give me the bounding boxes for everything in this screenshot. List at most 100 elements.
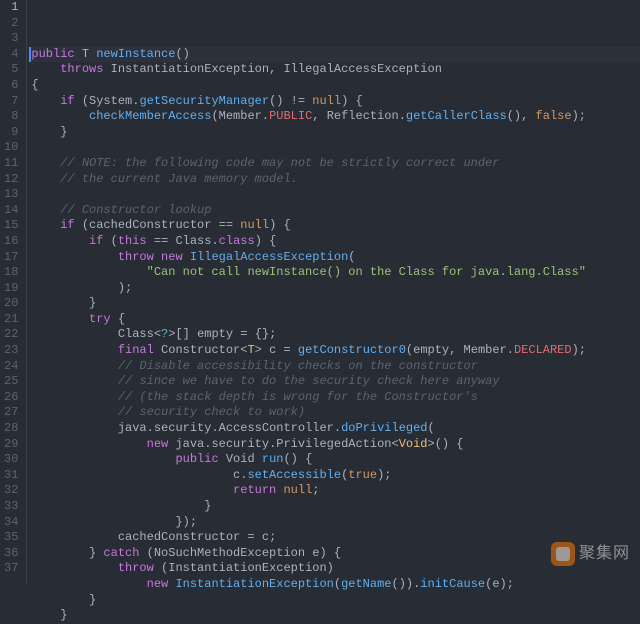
code-token: } — [89, 546, 103, 560]
code-line[interactable]: if (this == Class.class) { — [31, 234, 640, 250]
code-token: throws — [60, 62, 103, 76]
code-line[interactable]: try { — [31, 312, 640, 328]
code-token: > — [255, 343, 269, 357]
code-line[interactable]: c.setAccessible(true); — [31, 468, 640, 484]
code-token — [31, 546, 89, 560]
code-line[interactable]: } — [31, 593, 640, 609]
code-token: ) { — [255, 234, 277, 248]
code-line[interactable]: final Constructor<T> c = getConstructor0… — [31, 343, 640, 359]
code-token — [31, 530, 117, 544]
line-number: 9 — [4, 125, 18, 141]
code-line[interactable]: // Constructor lookup — [31, 203, 640, 219]
code-token — [31, 327, 117, 341]
code-token: security — [154, 421, 212, 435]
code-line[interactable]: throw (InstantiationException) — [31, 561, 640, 577]
code-token: c — [262, 530, 269, 544]
code-token: DECLARED — [514, 343, 572, 357]
code-token — [31, 203, 60, 217]
line-number: 8 — [4, 109, 18, 125]
code-token — [31, 125, 60, 139]
code-token: . — [262, 109, 269, 123]
code-line[interactable]: public T newInstance() — [29, 47, 640, 63]
code-line[interactable]: public Void run() { — [31, 452, 640, 468]
line-number: 13 — [4, 187, 18, 203]
code-line[interactable]: checkMemberAccess(Member.PUBLIC, Reflect… — [31, 109, 640, 125]
code-line[interactable]: // the current Java memory model. — [31, 172, 640, 188]
code-line[interactable]: new java.security.PrivilegedAction<Void>… — [31, 437, 640, 453]
code-line[interactable]: } — [31, 608, 640, 624]
code-line[interactable]: throws InstantiationException, IllegalAc… — [31, 62, 640, 78]
code-token: = — [247, 530, 261, 544]
code-token: == — [154, 234, 176, 248]
code-token: . — [399, 109, 406, 123]
code-line[interactable]: } — [31, 499, 640, 515]
code-token: checkMemberAccess — [89, 109, 211, 123]
code-token: } — [204, 499, 211, 513]
code-token: getConstructor0 — [298, 343, 406, 357]
code-token — [31, 156, 60, 170]
code-token: throw — [118, 250, 154, 264]
code-token: cachedConstructor — [118, 530, 248, 544]
code-line[interactable]: ); — [31, 281, 640, 297]
code-token: T — [75, 47, 97, 61]
line-number: 16 — [4, 234, 18, 250]
code-line[interactable] — [31, 140, 640, 156]
code-line[interactable]: // Disable accessibility checks on the c… — [31, 359, 640, 375]
code-line[interactable]: // (the stack depth is wrong for the Con… — [31, 390, 640, 406]
code-token: PrivilegedAction — [276, 437, 391, 451]
code-token — [31, 312, 89, 326]
code-token: . — [147, 421, 154, 435]
code-line[interactable]: // NOTE: the following code may not be s… — [31, 156, 640, 172]
code-line[interactable]: // security check to work) — [31, 405, 640, 421]
code-token — [183, 250, 190, 264]
code-token: catch — [103, 546, 139, 560]
code-token — [31, 437, 146, 451]
code-line[interactable]: new InstantiationException(getName()).in… — [31, 577, 640, 593]
line-number: 11 — [4, 156, 18, 172]
code-token: Constructor — [154, 343, 240, 357]
line-number: 4 — [4, 47, 18, 63]
code-token: (InstantiationException) — [154, 561, 334, 575]
code-line[interactable]: if (System.getSecurityManager() != null)… — [31, 94, 640, 110]
code-line[interactable]: }); — [31, 515, 640, 531]
code-token: T — [247, 343, 254, 357]
code-line[interactable]: } catch (NoSuchMethodException e) { — [31, 546, 640, 562]
code-line[interactable]: cachedConstructor = c; — [31, 530, 640, 546]
line-number: 30 — [4, 452, 18, 468]
code-line[interactable]: } — [31, 125, 640, 141]
line-number: 18 — [4, 265, 18, 281]
line-number: 20 — [4, 296, 18, 312]
code-line[interactable]: "Can not call newInstance() on the Class… — [31, 265, 640, 281]
code-token: new — [147, 437, 169, 451]
code-token: getCallerClass — [406, 109, 507, 123]
line-number: 1 — [4, 0, 18, 16]
code-token: Void — [399, 437, 428, 451]
line-number: 31 — [4, 468, 18, 484]
code-editor[interactable]: 1234567891011121314151617181920212223242… — [0, 0, 640, 584]
line-number: 27 — [4, 405, 18, 421]
code-token: InstantiationException, IllegalAccessExc… — [103, 62, 441, 76]
code-line[interactable]: { — [31, 78, 640, 94]
code-token: Class — [118, 327, 154, 341]
code-line[interactable]: // since we have to do the security chec… — [31, 374, 640, 390]
code-line[interactable]: if (cachedConstructor == null) { — [31, 218, 640, 234]
code-token — [31, 421, 117, 435]
code-line[interactable]: } — [31, 296, 640, 312]
code-token: ( — [211, 109, 218, 123]
code-token — [31, 483, 233, 497]
line-number: 6 — [4, 78, 18, 94]
code-line[interactable]: return null; — [31, 483, 640, 499]
code-line[interactable]: java.security.AccessController.doPrivile… — [31, 421, 640, 437]
code-token: this — [118, 234, 147, 248]
code-token: ); — [572, 343, 586, 357]
code-token: java — [168, 437, 204, 451]
code-area[interactable]: 聚集网 public T newInstance() throws Instan… — [27, 0, 640, 584]
code-token: () { — [283, 452, 312, 466]
code-token: Member — [219, 109, 262, 123]
code-line[interactable]: throw new IllegalAccessException( — [31, 250, 640, 266]
code-token: // security check to work) — [118, 405, 305, 419]
line-number: 29 — [4, 437, 18, 453]
code-token: ( — [103, 234, 117, 248]
code-line[interactable] — [31, 187, 640, 203]
code-line[interactable]: Class<?>[] empty = {}; — [31, 327, 640, 343]
